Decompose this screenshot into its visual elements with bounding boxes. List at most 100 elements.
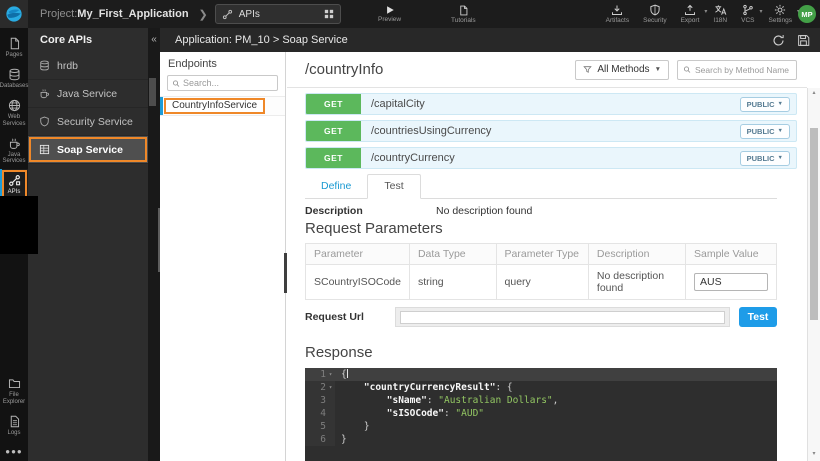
method-detail: Define Test Description No description f…	[287, 176, 807, 461]
user-avatar[interactable]: MP	[798, 5, 816, 23]
sidebar-item-web-services[interactable]: Web Services	[0, 94, 28, 132]
tab-define[interactable]: Define	[305, 175, 367, 198]
preview-button[interactable]: Preview	[378, 0, 401, 28]
sidebar-item-label: File Explorer	[0, 392, 28, 406]
tutorials-label: Tutorials	[451, 17, 476, 24]
method-row-countrycurrency[interactable]: GET /countryCurrency PUBLIC▼	[305, 147, 797, 169]
save-icon[interactable]	[797, 34, 810, 47]
sidebar-item-databases[interactable]: Databases	[0, 63, 28, 94]
code-line: 1▾ {	[305, 368, 777, 381]
column-header: Description	[588, 244, 685, 265]
collapse-panel-button[interactable]: «	[148, 28, 160, 45]
breadcrumb: Project:My_First_Application	[40, 8, 189, 20]
sidebar-item-pages[interactable]: Pages	[0, 32, 28, 63]
shield-icon	[649, 4, 661, 16]
workspace-selector[interactable]: APIs	[215, 4, 341, 24]
app-window: Project:My_First_Application ❯ APIs Prev…	[0, 0, 820, 461]
application-title: Application: PM_10 > Soap Service	[175, 34, 772, 46]
core-api-item-soap-service[interactable]: Soap Service	[28, 136, 148, 164]
scroll-down-arrow[interactable]: ▾	[808, 449, 820, 459]
shield-icon	[39, 116, 50, 127]
access-dropdown[interactable]: PUBLIC▼	[740, 124, 790, 139]
settings-button[interactable]: ▾ Settings	[769, 0, 793, 28]
method-search[interactable]	[677, 60, 797, 80]
topbar-actions: Artifacts Security ▾ Export I18N ▾ VCS	[606, 0, 792, 28]
response-code-editor[interactable]: 1▾ { 2▾ "countryCurrencyResult": { 3 "sN…	[305, 368, 777, 461]
scrollbar-thumb[interactable]	[810, 128, 818, 320]
settings-label: Settings	[769, 17, 793, 24]
param-name-cell: SCountryISOCode	[306, 265, 410, 300]
vcs-label: VCS	[741, 17, 754, 24]
sample-value-input[interactable]	[694, 273, 768, 291]
panel-drag-handle[interactable]	[284, 253, 287, 293]
table-header-row: Parameter Data Type Parameter Type Descr…	[306, 244, 777, 265]
chevron-down-icon: ▾	[704, 8, 707, 15]
core-api-item-label: Security Service	[57, 116, 133, 128]
access-label: PUBLIC	[747, 127, 775, 136]
tutorials-button[interactable]: Tutorials	[451, 0, 476, 28]
more-options-button[interactable]: ●●●	[0, 441, 28, 458]
fold-icon[interactable]: ▾	[326, 368, 335, 381]
sidebar-item-java-services[interactable]: Java Services	[0, 132, 28, 170]
endpoints-search-input[interactable]	[183, 78, 273, 88]
refresh-icon[interactable]	[772, 34, 785, 47]
endpoint-item-countryinfoservice[interactable]: CountryInfoService	[160, 96, 285, 116]
workspace-label: APIs	[239, 9, 318, 20]
application-header: Application: PM_10 > Soap Service	[160, 28, 820, 52]
endpoints-title: Endpoints	[160, 52, 285, 75]
service-header: /countryInfo All Methods ▼	[287, 52, 807, 88]
grid-icon[interactable]	[324, 9, 334, 19]
main-content: /countryInfo All Methods ▼ GET /capitalC…	[287, 52, 807, 461]
core-api-item-security-service[interactable]: Security Service	[28, 108, 148, 136]
method-search-input[interactable]	[695, 65, 791, 75]
column-header: Data Type	[409, 244, 496, 265]
column-header: Parameter Type	[496, 244, 588, 265]
code-line: 2▾ "countryCurrencyResult": {	[305, 381, 777, 394]
api-nodes-icon	[8, 174, 21, 187]
method-row-capitalcity[interactable]: GET /capitalCity PUBLIC▼	[305, 93, 797, 115]
core-api-item-java-service[interactable]: Java Service	[28, 80, 148, 108]
sidebar-item-logs[interactable]: Logs	[0, 410, 28, 441]
search-icon	[172, 79, 180, 88]
column-header: Sample Value	[686, 244, 777, 265]
access-dropdown[interactable]: PUBLIC▼	[740, 151, 790, 166]
access-label: PUBLIC	[747, 154, 775, 163]
i18n-label: I18N	[713, 17, 727, 24]
chevron-right-icon: ❯	[199, 8, 208, 21]
security-button[interactable]: Security	[643, 0, 666, 28]
request-url-input[interactable]	[400, 311, 725, 324]
gear-icon	[774, 4, 786, 16]
panel-scrollbar-thumb[interactable]	[149, 78, 156, 106]
folder-icon	[8, 377, 21, 390]
data-type-cell: string	[409, 265, 496, 300]
core-api-item-hrdb[interactable]: hrdb	[28, 52, 148, 80]
endpoints-search[interactable]	[167, 75, 278, 91]
chevron-down-icon: ▼	[778, 128, 783, 134]
scroll-up-arrow[interactable]: ▴	[808, 88, 820, 98]
sidebar-item-file-explorer[interactable]: File Explorer	[0, 372, 28, 410]
export-button[interactable]: ▾ Export	[681, 0, 700, 28]
description-cell: No description found	[588, 265, 685, 300]
tab-bar: Define Test	[305, 176, 777, 199]
vcs-button[interactable]: ▾ VCS	[741, 0, 754, 28]
methods-filter-dropdown[interactable]: All Methods ▼	[575, 60, 669, 80]
description-row: Description No description found	[305, 205, 777, 217]
method-row-countriesusingcurrency[interactable]: GET /countriesUsingCurrency PUBLIC▼	[305, 120, 797, 142]
database-icon	[8, 68, 21, 81]
tab-test[interactable]: Test	[367, 174, 420, 199]
request-parameters-title: Request Parameters	[305, 220, 777, 237]
play-icon	[385, 5, 395, 15]
page-icon	[8, 37, 21, 50]
artifacts-button[interactable]: Artifacts	[606, 0, 629, 28]
wavemaker-logo[interactable]	[0, 0, 28, 28]
i18n-button[interactable]: I18N	[713, 0, 727, 28]
chevron-down-icon: ▼	[655, 66, 661, 73]
http-verb-badge: GET	[306, 94, 361, 114]
fold-icon[interactable]: ▾	[326, 381, 335, 394]
test-button[interactable]: Test	[739, 307, 777, 327]
vertical-scrollbar[interactable]: ▴ ▾	[807, 88, 820, 461]
coffee-icon	[39, 88, 50, 99]
access-dropdown[interactable]: PUBLIC▼	[740, 97, 790, 112]
header-actions	[772, 34, 810, 47]
divider-handle[interactable]	[158, 208, 160, 272]
